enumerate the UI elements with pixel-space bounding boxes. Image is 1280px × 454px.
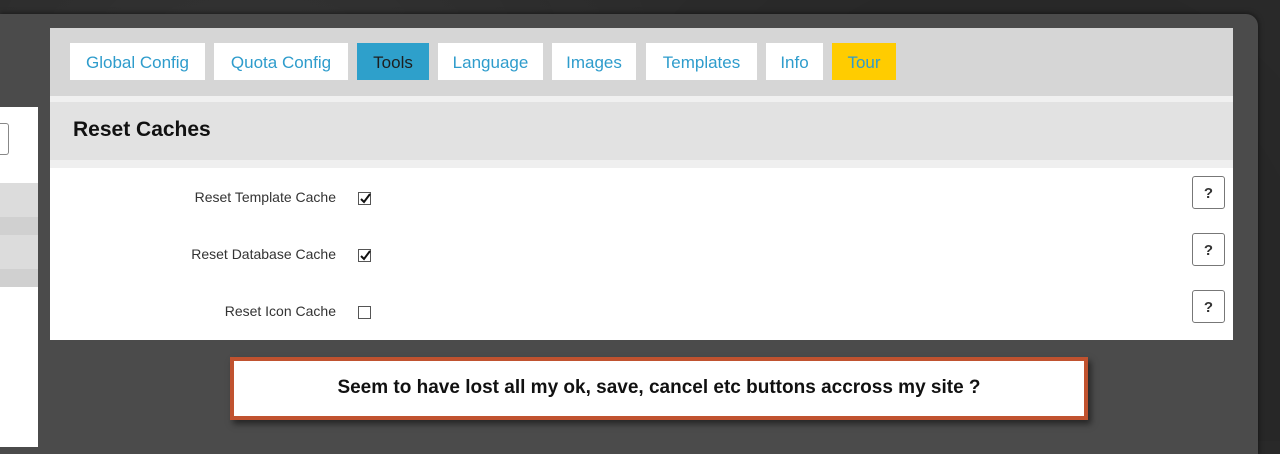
tab-tools[interactable]: Tools bbox=[357, 43, 429, 80]
annotation-callout: Seem to have lost all my ok, save, cance… bbox=[230, 357, 1088, 420]
sidebar-row[interactable] bbox=[0, 235, 38, 269]
reset-template-cache-checkbox[interactable] bbox=[358, 192, 371, 205]
checkmark-icon bbox=[360, 250, 371, 261]
option-label: Reset Template Cache bbox=[194, 189, 336, 205]
sidebar-divider bbox=[0, 269, 38, 287]
sidebar-divider bbox=[0, 217, 38, 235]
tab-images[interactable]: Images bbox=[552, 43, 636, 80]
tab-global-config[interactable]: Global Config bbox=[70, 43, 205, 80]
section-header: Reset Caches bbox=[50, 102, 1233, 160]
option-label: Reset Icon Cache bbox=[224, 303, 336, 319]
tab-templates[interactable]: Templates bbox=[646, 43, 757, 80]
tools-panel: Global Config Quota Config Tools Languag… bbox=[50, 28, 1233, 340]
reset-icon-cache-checkbox[interactable] bbox=[358, 306, 371, 319]
tab-tour[interactable]: Tour bbox=[832, 43, 896, 80]
checkmark-icon bbox=[360, 193, 371, 204]
tab-language[interactable]: Language bbox=[438, 43, 543, 80]
sidebar-row[interactable] bbox=[0, 183, 38, 217]
tab-quota-config[interactable]: Quota Config bbox=[214, 43, 348, 80]
help-button[interactable]: ? bbox=[1192, 233, 1225, 266]
reset-database-cache-checkbox[interactable] bbox=[358, 249, 371, 262]
left-sidebar-fragment bbox=[0, 107, 38, 447]
tab-bar: Global Config Quota Config Tools Languag… bbox=[50, 28, 1233, 96]
tab-info[interactable]: Info bbox=[766, 43, 823, 80]
section-separator bbox=[50, 160, 1233, 168]
callout-text: Seem to have lost all my ok, save, cance… bbox=[337, 377, 981, 398]
section-title: Reset Caches bbox=[73, 118, 211, 141]
sidebar-select-fragment[interactable] bbox=[0, 123, 9, 155]
option-label: Reset Database Cache bbox=[191, 246, 336, 262]
help-button[interactable]: ? bbox=[1192, 290, 1225, 323]
help-button[interactable]: ? bbox=[1192, 176, 1225, 209]
